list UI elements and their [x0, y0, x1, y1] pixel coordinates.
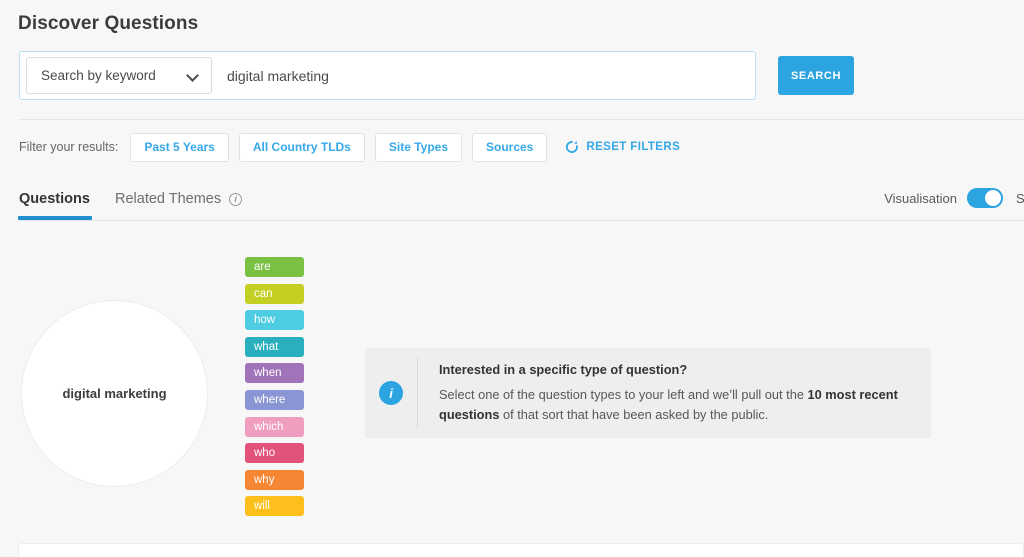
info-panel-body: Select one of the question types to your…	[439, 385, 915, 425]
visualisation-toggle[interactable]	[967, 188, 1003, 208]
question-word-which[interactable]: which	[245, 416, 304, 437]
filter-chip-sources[interactable]: Sources	[472, 132, 548, 162]
reset-filters-button[interactable]: RESET FILTERS	[565, 140, 680, 154]
question-word-will[interactable]: will	[245, 496, 304, 517]
refresh-icon	[566, 141, 579, 153]
search-input[interactable]	[212, 52, 749, 99]
search-button[interactable]: SEARCH	[778, 56, 854, 95]
truncated-label: S	[1016, 190, 1024, 206]
question-word-what[interactable]: what	[245, 336, 304, 357]
question-word-when[interactable]: when	[245, 363, 304, 384]
question-word-list: are can how what when where which who wh…	[245, 257, 304, 523]
filter-chip-past-5-years[interactable]: Past 5 Years	[130, 132, 229, 162]
question-word-who[interactable]: who	[245, 443, 304, 464]
question-word-where[interactable]: where	[245, 389, 304, 410]
tab-related-themes[interactable]: Related Themes i	[115, 185, 243, 213]
question-word-can[interactable]: can	[245, 283, 304, 304]
visualisation-control: Visualisation S	[884, 188, 1024, 208]
filter-row-label: Filter your results:	[19, 140, 119, 154]
tabs-underline	[19, 220, 1024, 221]
info-circle-icon: i	[379, 381, 403, 405]
search-type-select-label: Search by keyword	[41, 68, 156, 83]
info-circle-icon[interactable]: i	[229, 192, 243, 206]
tab-questions-label: Questions	[19, 191, 90, 207]
visualisation-label: Visualisation	[884, 190, 957, 206]
search-type-select[interactable]: Search by keyword	[26, 57, 212, 94]
reset-filters-label: RESET FILTERS	[586, 141, 681, 153]
info-body-part-1: Select one of the question types to your…	[439, 386, 808, 402]
tabs-bar: Questions Related Themes i Visualisation…	[0, 185, 1024, 221]
info-panel-text: Interested in a specific type of questio…	[439, 362, 931, 425]
question-word-why[interactable]: why	[245, 469, 304, 490]
divider	[19, 119, 1024, 120]
chevron-down-icon	[188, 70, 199, 81]
search-bar: Search by keyword	[19, 51, 756, 100]
filter-chip-all-country-tlds[interactable]: All Country TLDs	[238, 132, 365, 162]
info-body-part-2: of that sort that have been asked by the…	[499, 406, 769, 422]
info-panel-divider	[417, 358, 418, 428]
question-word-are[interactable]: are	[245, 257, 304, 277]
info-panel-heading: Interested in a specific type of questio…	[439, 361, 688, 377]
tab-related-themes-label: Related Themes	[115, 191, 222, 207]
filter-row: Filter your results: Past 5 Years All Co…	[19, 132, 680, 162]
visualisation-toggle-knob	[985, 190, 1001, 206]
filter-chip-site-types[interactable]: Site Types	[374, 132, 462, 162]
bottom-results-card	[18, 543, 1024, 557]
page-title: Discover Questions	[18, 13, 199, 34]
keyword-bubble-label: digital marketing	[62, 386, 167, 401]
keyword-bubble[interactable]: digital marketing	[21, 300, 208, 487]
question-word-how[interactable]: how	[245, 310, 304, 331]
info-panel: i Interested in a specific type of quest…	[365, 348, 931, 438]
tab-questions[interactable]: Questions	[19, 185, 90, 213]
